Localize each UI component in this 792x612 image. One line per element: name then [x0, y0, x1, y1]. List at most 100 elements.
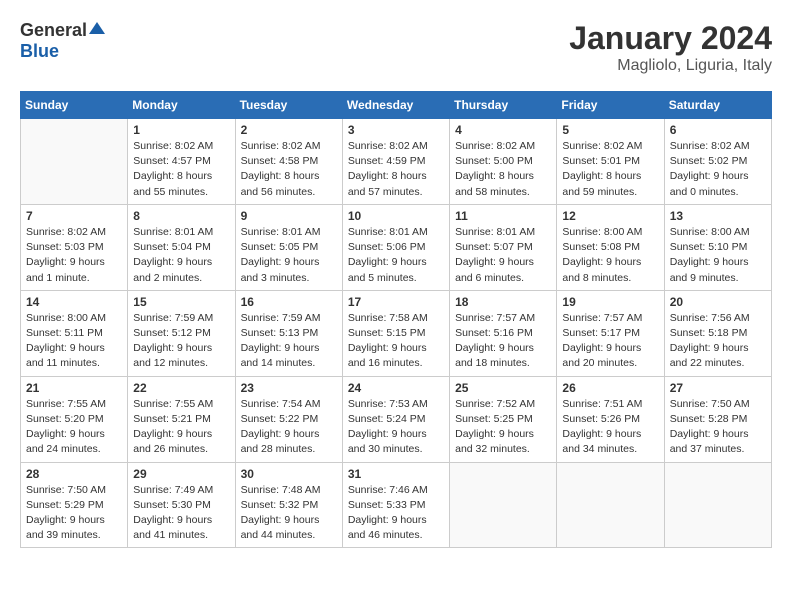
calendar-cell: [664, 462, 771, 548]
day-info: Sunrise: 7:51 AM Sunset: 5:26 PM Dayligh…: [562, 397, 658, 458]
day-number: 15: [133, 295, 229, 309]
day-info: Sunrise: 8:02 AM Sunset: 5:01 PM Dayligh…: [562, 139, 658, 200]
page-header: General Blue January 2024 Magliolo, Ligu…: [20, 20, 772, 75]
weekday-header-tuesday: Tuesday: [235, 92, 342, 119]
day-info: Sunrise: 8:01 AM Sunset: 5:06 PM Dayligh…: [348, 225, 444, 286]
calendar-cell: 29Sunrise: 7:49 AM Sunset: 5:30 PM Dayli…: [128, 462, 235, 548]
day-info: Sunrise: 7:59 AM Sunset: 5:13 PM Dayligh…: [241, 311, 337, 372]
calendar-week-row: 1 Sunrise: 8:02 AM Sunset: 4:57 PM Daylig…: [21, 119, 772, 205]
day-number: 22: [133, 381, 229, 395]
logo-blue-text: Blue: [20, 41, 105, 62]
calendar-cell: 26 Sunrise: 7:51 AM Sunset: 5:26 PM Dayli…: [557, 376, 664, 462]
weekday-header-friday: Friday: [557, 92, 664, 119]
day-info: Sunrise: 7:49 AM Sunset: 5:30 PM Dayligh…: [133, 483, 229, 544]
day-info: Sunrise: 7:46 AM Sunset: 5:33 PM Dayligh…: [348, 483, 444, 544]
day-number: 13: [670, 209, 766, 223]
day-number: 24: [348, 381, 444, 395]
day-number: 6: [670, 123, 766, 137]
day-number: 25: [455, 381, 551, 395]
calendar-cell: 1 Sunrise: 8:02 AM Sunset: 4:57 PM Daylig…: [128, 119, 235, 205]
day-number: 30: [241, 467, 337, 481]
day-info: Sunrise: 8:01 AM Sunset: 5:04 PM Dayligh…: [133, 225, 229, 286]
day-number: 19: [562, 295, 658, 309]
day-number: 26: [562, 381, 658, 395]
day-number: 5: [562, 123, 658, 137]
calendar-week-row: 28Sunrise: 7:50 AM Sunset: 5:29 PM Dayli…: [21, 462, 772, 548]
calendar-cell: 12 Sunrise: 8:00 AM Sunset: 5:08 PM Dayli…: [557, 204, 664, 290]
calendar-cell: 11Sunrise: 8:01 AM Sunset: 5:07 PM Dayli…: [450, 204, 557, 290]
day-number: 20: [670, 295, 766, 309]
calendar-cell: 7 Sunrise: 8:02 AM Sunset: 5:03 PM Daylig…: [21, 204, 128, 290]
day-info: Sunrise: 7:54 AM Sunset: 5:22 PM Dayligh…: [241, 397, 337, 458]
day-number: 21: [26, 381, 122, 395]
day-number: 27: [670, 381, 766, 395]
calendar-cell: 28Sunrise: 7:50 AM Sunset: 5:29 PM Dayli…: [21, 462, 128, 548]
day-info: Sunrise: 7:53 AM Sunset: 5:24 PM Dayligh…: [348, 397, 444, 458]
day-info: Sunrise: 7:50 AM Sunset: 5:28 PM Dayligh…: [670, 397, 766, 458]
day-number: 4: [455, 123, 551, 137]
weekday-header-row: SundayMondayTuesdayWednesdayThursdayFrid…: [21, 92, 772, 119]
calendar-cell: [450, 462, 557, 548]
day-number: 14: [26, 295, 122, 309]
day-info: Sunrise: 8:02 AM Sunset: 5:00 PM Dayligh…: [455, 139, 551, 200]
calendar-cell: 24 Sunrise: 7:53 AM Sunset: 5:24 PM Dayli…: [342, 376, 449, 462]
day-info: Sunrise: 7:52 AM Sunset: 5:25 PM Dayligh…: [455, 397, 551, 458]
day-info: Sunrise: 8:02 AM Sunset: 4:57 PM Dayligh…: [133, 139, 229, 200]
calendar-cell: 4 Sunrise: 8:02 AM Sunset: 5:00 PM Daylig…: [450, 119, 557, 205]
day-info: Sunrise: 8:02 AM Sunset: 4:59 PM Dayligh…: [348, 139, 444, 200]
day-info: Sunrise: 7:59 AM Sunset: 5:12 PM Dayligh…: [133, 311, 229, 372]
day-number: 23: [241, 381, 337, 395]
calendar-cell: 14Sunrise: 8:00 AM Sunset: 5:11 PM Dayli…: [21, 290, 128, 376]
calendar-cell: 30 Sunrise: 7:48 AM Sunset: 5:32 PM Dayli…: [235, 462, 342, 548]
calendar-cell: 25 Sunrise: 7:52 AM Sunset: 5:25 PM Dayli…: [450, 376, 557, 462]
weekday-header-sunday: Sunday: [21, 92, 128, 119]
calendar-cell: 21 Sunrise: 7:55 AM Sunset: 5:20 PM Dayli…: [21, 376, 128, 462]
calendar-cell: 6Sunrise: 8:02 AM Sunset: 5:02 PM Daylig…: [664, 119, 771, 205]
day-info: Sunrise: 7:48 AM Sunset: 5:32 PM Dayligh…: [241, 483, 337, 544]
weekday-header-thursday: Thursday: [450, 92, 557, 119]
day-info: Sunrise: 7:50 AM Sunset: 5:29 PM Dayligh…: [26, 483, 122, 544]
calendar-cell: 15 Sunrise: 7:59 AM Sunset: 5:12 PM Dayli…: [128, 290, 235, 376]
day-info: Sunrise: 8:00 AM Sunset: 5:08 PM Dayligh…: [562, 225, 658, 286]
day-info: Sunrise: 8:00 AM Sunset: 5:10 PM Dayligh…: [670, 225, 766, 286]
calendar-cell: 5 Sunrise: 8:02 AM Sunset: 5:01 PM Daylig…: [557, 119, 664, 205]
day-info: Sunrise: 8:01 AM Sunset: 5:05 PM Dayligh…: [241, 225, 337, 286]
calendar-cell: 27 Sunrise: 7:50 AM Sunset: 5:28 PM Dayli…: [664, 376, 771, 462]
calendar-cell: 9 Sunrise: 8:01 AM Sunset: 5:05 PM Daylig…: [235, 204, 342, 290]
calendar-cell: 19 Sunrise: 7:57 AM Sunset: 5:17 PM Dayli…: [557, 290, 664, 376]
day-info: Sunrise: 7:57 AM Sunset: 5:16 PM Dayligh…: [455, 311, 551, 372]
day-info: Sunrise: 8:01 AM Sunset: 5:07 PM Dayligh…: [455, 225, 551, 286]
calendar-cell: [21, 119, 128, 205]
calendar-cell: 31 Sunrise: 7:46 AM Sunset: 5:33 PM Dayli…: [342, 462, 449, 548]
month-title: January 2024: [569, 20, 772, 57]
calendar-cell: 22 Sunrise: 7:55 AM Sunset: 5:21 PM Dayli…: [128, 376, 235, 462]
day-info: Sunrise: 7:55 AM Sunset: 5:21 PM Dayligh…: [133, 397, 229, 458]
day-number: 2: [241, 123, 337, 137]
calendar-cell: 8 Sunrise: 8:01 AM Sunset: 5:04 PM Daylig…: [128, 204, 235, 290]
calendar-cell: 23 Sunrise: 7:54 AM Sunset: 5:22 PM Dayli…: [235, 376, 342, 462]
calendar-week-row: 7 Sunrise: 8:02 AM Sunset: 5:03 PM Daylig…: [21, 204, 772, 290]
day-number: 31: [348, 467, 444, 481]
day-info: Sunrise: 8:02 AM Sunset: 5:03 PM Dayligh…: [26, 225, 122, 286]
day-number: 8: [133, 209, 229, 223]
calendar-table: SundayMondayTuesdayWednesdayThursdayFrid…: [20, 91, 772, 548]
day-number: 12: [562, 209, 658, 223]
calendar-cell: 10Sunrise: 8:01 AM Sunset: 5:06 PM Dayli…: [342, 204, 449, 290]
day-info: Sunrise: 7:57 AM Sunset: 5:17 PM Dayligh…: [562, 311, 658, 372]
calendar-cell: 13 Sunrise: 8:00 AM Sunset: 5:10 PM Dayli…: [664, 204, 771, 290]
calendar-cell: 2 Sunrise: 8:02 AM Sunset: 4:58 PM Daylig…: [235, 119, 342, 205]
day-number: 16: [241, 295, 337, 309]
calendar-week-row: 14Sunrise: 8:00 AM Sunset: 5:11 PM Dayli…: [21, 290, 772, 376]
location-title: Magliolo, Liguria, Italy: [569, 57, 772, 75]
day-number: 3: [348, 123, 444, 137]
logo-general-text: General: [20, 20, 87, 41]
day-info: Sunrise: 7:55 AM Sunset: 5:20 PM Dayligh…: [26, 397, 122, 458]
calendar-week-row: 21 Sunrise: 7:55 AM Sunset: 5:20 PM Dayli…: [21, 376, 772, 462]
day-number: 17: [348, 295, 444, 309]
calendar-cell: 20Sunrise: 7:56 AM Sunset: 5:18 PM Dayli…: [664, 290, 771, 376]
day-number: 1: [133, 123, 229, 137]
day-info: Sunrise: 8:02 AM Sunset: 4:58 PM Dayligh…: [241, 139, 337, 200]
day-number: 9: [241, 209, 337, 223]
calendar-cell: 18Sunrise: 7:57 AM Sunset: 5:16 PM Dayli…: [450, 290, 557, 376]
day-number: 7: [26, 209, 122, 223]
